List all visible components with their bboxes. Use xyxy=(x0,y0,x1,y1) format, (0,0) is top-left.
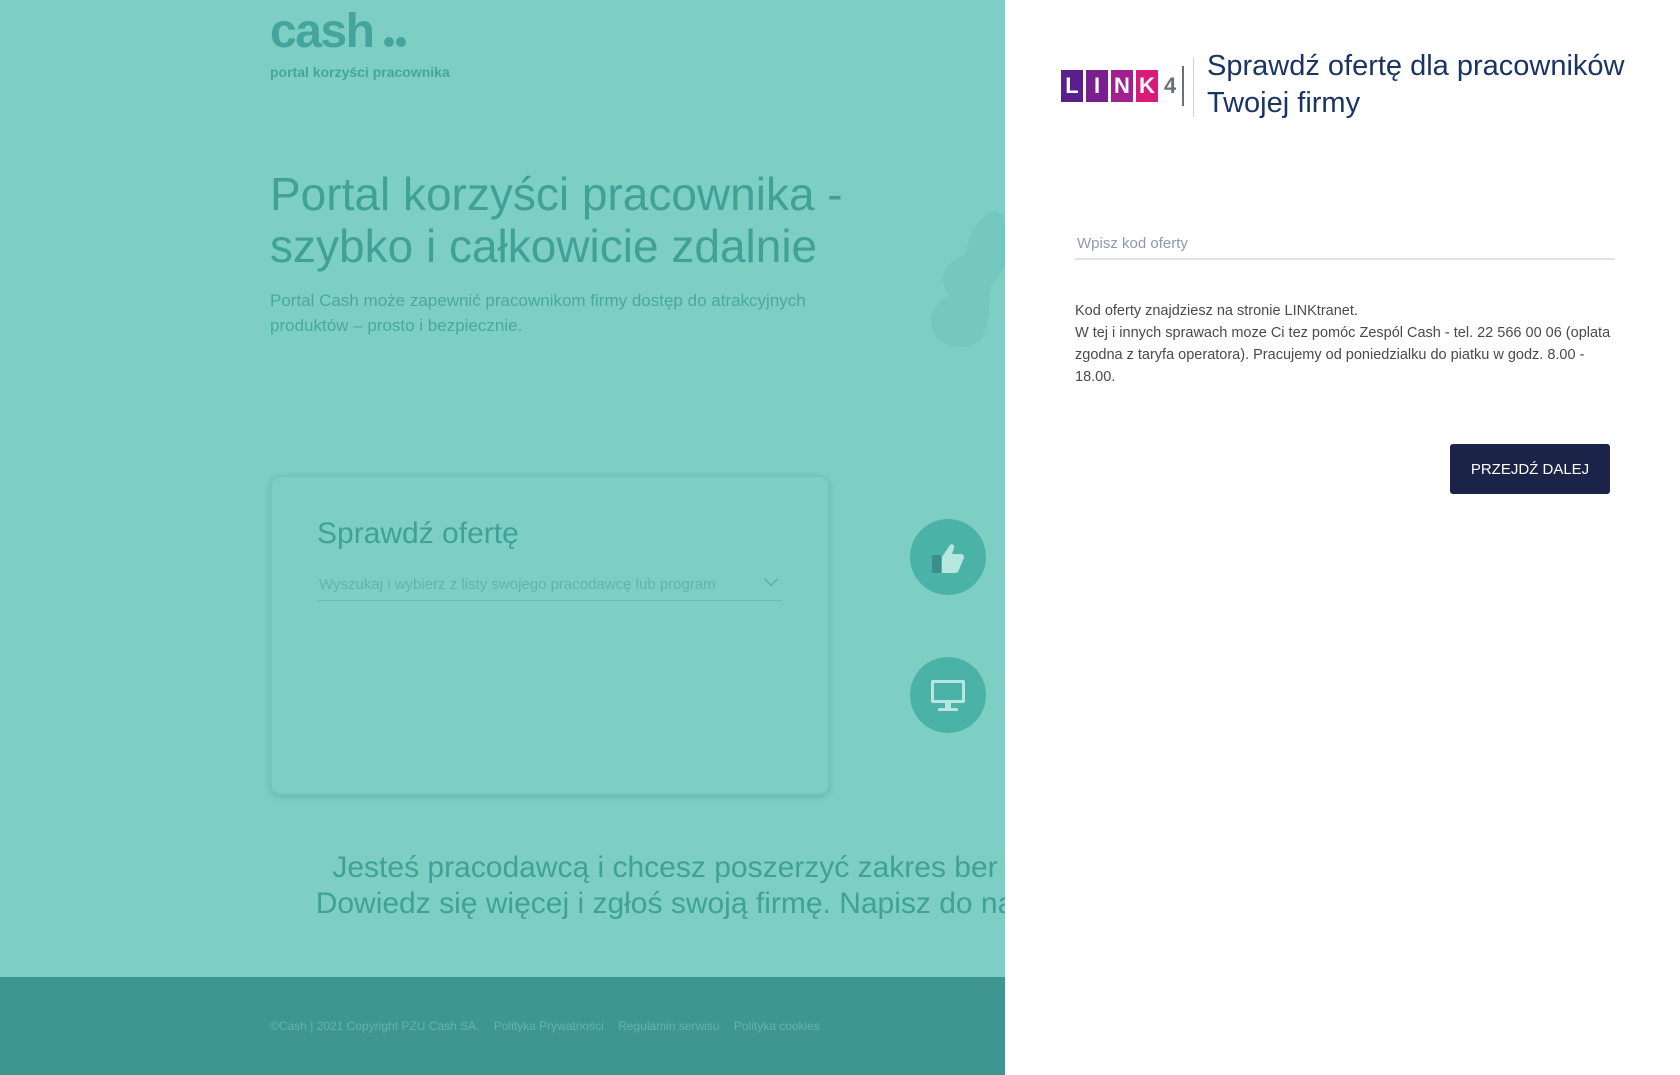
offer-search-card: Sprawdź ofertę Wyszukaj i wybierz z list… xyxy=(270,475,830,795)
logo-number: 4 xyxy=(1164,73,1177,98)
employer-cta-line-1: Jesteś pracodawcą i chcesz poszerzyć zak… xyxy=(332,851,998,884)
monitor-icon xyxy=(910,657,986,733)
decorative-illustration xyxy=(931,210,1005,347)
offer-code-panel: L I N K 4 Sprawdź ofertę dla pracowników… xyxy=(1005,0,1680,1075)
title-divider xyxy=(1193,57,1194,117)
employer-select[interactable]: Wyszukaj i wybierz z listy swojego praco… xyxy=(317,570,782,601)
link4-logo: L I N K 4 xyxy=(1059,64,1199,116)
logo-tagline: portal korzyści pracownika xyxy=(270,64,450,80)
hero-title: Portal korzyści pracownika - szybko i ca… xyxy=(270,168,843,272)
logo-letter: I xyxy=(1086,70,1108,102)
info-line-1: Kod oferty znajdziesz na stronie LINKtra… xyxy=(1075,303,1358,319)
logo-letter: L xyxy=(1061,70,1083,102)
cash-logo[interactable]: cash portal korzyści pracownika xyxy=(270,5,450,81)
thumbs-up-icon xyxy=(910,519,986,595)
hero-subtitle: Portal Cash może zapewnić pracownikom fi… xyxy=(270,291,806,335)
terms-link[interactable]: Regulamin serwisu xyxy=(618,1019,719,1033)
background-page: cash portal korzyści pracownika Portal k… xyxy=(0,0,1005,1075)
privacy-policy-link[interactable]: Polityka Prywatności xyxy=(494,1019,604,1033)
offer-code-info: Kod oferty znajdziesz na stronie LINKtra… xyxy=(1075,300,1620,388)
logo-dots-icon xyxy=(382,34,406,52)
chevron-down-icon xyxy=(763,571,779,587)
employer-cta-line-2: Dowiedz się więcej i zgłoś swoją firmę. … xyxy=(315,887,1005,920)
logo-wordmark: cash xyxy=(270,5,375,58)
offer-code-input[interactable] xyxy=(1075,228,1615,260)
continue-button[interactable]: PRZEJDŹ DALEJ xyxy=(1450,444,1610,494)
logo-letter: N xyxy=(1111,70,1133,102)
employer-cta: Jesteś pracodawcą i chcesz poszerzyć zak… xyxy=(270,850,1005,922)
logo-letter: K xyxy=(1136,70,1158,102)
employer-select-placeholder: Wyszukaj i wybierz z listy swojego praco… xyxy=(319,576,716,593)
footer-copyright: ©Cash | 2021 Copyright PZU Cash SA. xyxy=(270,1019,480,1033)
cookies-policy-link[interactable]: Polityka cookies xyxy=(734,1019,820,1033)
info-line-2: W tej i innych sprawach moze Ci tez pomó… xyxy=(1075,325,1611,385)
card-title: Sprawdź ofertę xyxy=(317,517,519,550)
logo-bar xyxy=(1182,66,1184,106)
footer: ©Cash | 2021 Copyright PZU Cash SA. Poli… xyxy=(0,977,1005,1075)
panel-title: Sprawdź ofertę dla pracowników Twojej fi… xyxy=(1207,50,1625,119)
